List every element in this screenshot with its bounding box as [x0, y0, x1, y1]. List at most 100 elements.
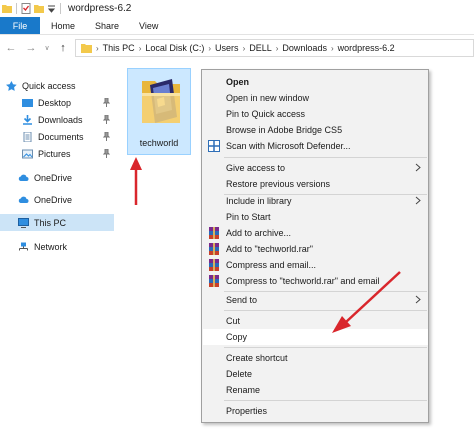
pin-icon[interactable] [103, 98, 110, 107]
sidebar-item-label: This PC [34, 217, 67, 228]
menu-item-label: Include in library [226, 196, 292, 206]
computer-icon [18, 217, 29, 228]
menu-item-give-access-to[interactable]: Give access to [203, 160, 428, 176]
menu-item-label: Pin to Start [226, 212, 271, 222]
sidebar-item-quick-access[interactable]: Quick access [0, 77, 114, 94]
chevron-right-icon[interactable]: › [139, 44, 142, 53]
sidebar-item-onedrive-2[interactable]: OneDrive [0, 191, 114, 208]
new-folder-icon[interactable] [34, 4, 44, 13]
sidebar-item-desktop[interactable]: Desktop [0, 94, 114, 111]
chevron-right-icon[interactable]: › [331, 44, 334, 53]
breadcrumb-this-pc[interactable]: This PC [103, 43, 135, 53]
chevron-right-icon [415, 196, 421, 205]
breadcrumb-users[interactable]: Users [215, 43, 239, 53]
properties-icon[interactable] [21, 3, 31, 14]
menu-item-label: Copy [226, 332, 248, 342]
sidebar-item-label: Desktop [38, 97, 72, 108]
customize-toolbar-icon[interactable] [47, 4, 56, 13]
pin-icon[interactable] [103, 132, 110, 141]
menu-item-label: Add to archive... [226, 228, 292, 238]
menu-divider [224, 347, 427, 348]
pin-icon[interactable] [103, 149, 110, 158]
menu-item-label: Create shortcut [226, 353, 288, 363]
sidebar-item-downloads[interactable]: Downloads [0, 111, 114, 128]
tab-view[interactable]: View [128, 17, 167, 34]
chevron-right-icon [415, 163, 421, 172]
chevron-right-icon[interactable]: › [208, 44, 211, 53]
menu-item-label: Restore previous versions [226, 179, 331, 189]
folder-item-techworld[interactable]: techworld [127, 68, 191, 155]
ribbon-tabs: File Home Share View [0, 17, 474, 35]
menu-item-include-in-library[interactable]: Include in library [203, 193, 428, 209]
menu-item-browse-in-adobe-bridge[interactable]: Browse in Adobe Bridge CS5 [203, 122, 428, 138]
winrar-icon [209, 227, 219, 239]
chevron-right-icon[interactable]: › [276, 44, 279, 53]
window-title: wordpress-6.2 [68, 3, 132, 14]
navigation-bar: ← → ∨ ↑ › This PC › Local Disk (C:) › Us… [0, 36, 474, 60]
menu-item-add-to-archive[interactable]: Add to archive... [203, 225, 428, 241]
menu-item-restore-previous-versions[interactable]: Restore previous versions [203, 176, 428, 192]
pictures-icon [22, 149, 33, 158]
up-arrow-icon[interactable]: ↑ [56, 42, 70, 54]
menu-item-label: Rename [226, 385, 261, 395]
breadcrumb-downloads[interactable]: Downloads [282, 43, 327, 53]
menu-item-open[interactable]: Open [203, 74, 428, 90]
winrar-icon [209, 259, 219, 271]
menu-item-create-shortcut[interactable]: Create shortcut [203, 350, 428, 366]
menu-item-rename[interactable]: Rename [203, 382, 428, 398]
menu-item-pin-to-start[interactable]: Pin to Start [203, 209, 428, 225]
menu-item-delete[interactable]: Delete [203, 366, 428, 382]
sidebar-item-label: OneDrive [34, 172, 73, 183]
star-icon [6, 80, 17, 91]
back-arrow-icon[interactable]: ← [4, 42, 18, 54]
menu-item-label: Properties [226, 406, 268, 416]
chevron-right-icon[interactable]: › [96, 44, 99, 53]
folder-icon [142, 79, 180, 123]
cloud-icon [18, 196, 29, 203]
title-bar: wordpress-6.2 [0, 0, 474, 17]
menu-item-open-in-new-window[interactable]: Open in new window [203, 90, 428, 106]
folder-icon[interactable] [2, 4, 12, 13]
chevron-right-icon[interactable]: › [243, 44, 246, 53]
sidebar-item-this-pc[interactable]: This PC [0, 214, 114, 231]
menu-item-label: Scan with Microsoft Defender... [226, 141, 351, 151]
menu-item-pin-to-quick-access[interactable]: Pin to Quick access [203, 106, 428, 122]
menu-item-cut[interactable]: Cut [203, 313, 428, 329]
tab-share[interactable]: Share [84, 17, 128, 34]
menu-item-label: Pin to Quick access [226, 109, 306, 119]
menu-item-compress-and-email[interactable]: Compress and email... [203, 257, 428, 273]
menu-item-properties[interactable]: Properties [203, 403, 428, 419]
menu-item-scan-with-defender[interactable]: Scan with Microsoft Defender... [203, 138, 428, 154]
forward-arrow-icon[interactable]: → [24, 42, 38, 54]
sidebar-item-label: Network [34, 241, 68, 252]
tab-home[interactable]: Home [40, 17, 84, 34]
network-icon [19, 242, 28, 250]
sidebar-item-onedrive[interactable]: OneDrive [0, 169, 114, 186]
sidebar-item-label: Downloads [38, 114, 83, 125]
defender-icon [208, 140, 220, 152]
winrar-icon [209, 243, 219, 255]
sidebar-item-pictures[interactable]: Pictures [0, 145, 114, 162]
sidebar-item-network[interactable]: Network [0, 238, 114, 255]
breadcrumb-wordpress[interactable]: wordpress-6.2 [338, 43, 395, 53]
menu-item-label: Give access to [226, 163, 286, 173]
breadcrumb-local-disk[interactable]: Local Disk (C:) [145, 43, 204, 53]
menu-divider [224, 310, 427, 311]
recent-locations-icon[interactable]: ∨ [40, 44, 54, 52]
breadcrumb-dell[interactable]: DELL [249, 43, 272, 53]
sidebar-item-documents[interactable]: Documents [0, 128, 114, 145]
menu-divider [224, 157, 427, 158]
folder-name: techworld [139, 138, 179, 148]
pin-icon[interactable] [103, 115, 110, 124]
menu-item-label: Delete [226, 369, 253, 379]
menu-item-compress-to-rar-and-email[interactable]: Compress to "techworld.rar" and email [203, 273, 428, 289]
address-bar[interactable]: › This PC › Local Disk (C:) › Users › DE… [75, 39, 474, 57]
menu-item-copy[interactable]: Copy [203, 329, 428, 345]
toolbar-divider [16, 3, 17, 14]
tab-file[interactable]: File [0, 17, 40, 34]
desktop-icon [22, 98, 33, 107]
menu-item-add-to-techworld-rar[interactable]: Add to "techworld.rar" [203, 241, 428, 257]
menu-item-label: Compress to "techworld.rar" and email [226, 276, 380, 286]
toolbar-divider [60, 3, 61, 14]
menu-item-send-to[interactable]: Send to [203, 292, 428, 308]
